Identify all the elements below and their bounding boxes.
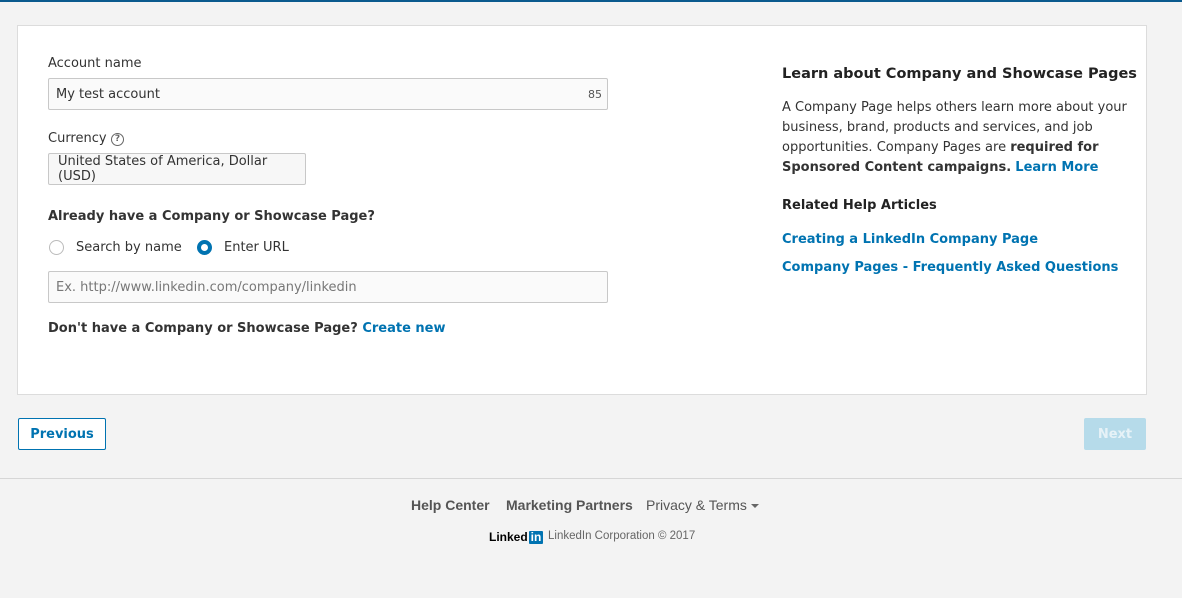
logo-text: Linked bbox=[489, 530, 528, 544]
sidebar-description: A Company Page helps others learn more a… bbox=[782, 98, 1127, 178]
currency-label: Currency bbox=[48, 131, 107, 146]
company-url-placeholder: Ex. http://www.linkedin.com/company/link… bbox=[56, 279, 357, 295]
next-button[interactable]: Next bbox=[1084, 418, 1146, 450]
copyright-text: LinkedIn Corporation © 2017 bbox=[548, 530, 696, 542]
radio-enter-url[interactable] bbox=[197, 240, 212, 255]
caret-down-icon bbox=[750, 504, 759, 509]
footer-marketing-partners-link[interactable]: Marketing Partners bbox=[506, 497, 633, 513]
linkedin-logo: Linked in bbox=[489, 529, 544, 544]
footer-privacy-terms-menu[interactable]: Privacy & Terms bbox=[646, 497, 759, 513]
no-company-question: Don't have a Company or Showcase Page? bbox=[48, 321, 358, 336]
sidebar-title: Learn about Company and Showcase Pages bbox=[782, 66, 1137, 82]
currency-select[interactable]: United States of America, Dollar (USD) bbox=[48, 153, 306, 185]
footer-privacy-terms-label: Privacy & Terms bbox=[646, 497, 747, 513]
create-new-link[interactable]: Create new bbox=[362, 321, 445, 336]
account-name-label: Account name bbox=[48, 56, 142, 71]
company-url-input[interactable]: Ex. http://www.linkedin.com/company/link… bbox=[48, 271, 608, 303]
account-name-input[interactable]: My test account 85 bbox=[48, 78, 608, 110]
account-name-value: My test account bbox=[56, 86, 160, 102]
company-question-heading: Already have a Company or Showcase Page? bbox=[48, 209, 375, 224]
learn-more-link[interactable]: Learn More bbox=[1015, 160, 1098, 175]
related-articles-heading: Related Help Articles bbox=[782, 198, 937, 213]
account-setup-card: Account name My test account 85 Currency… bbox=[17, 25, 1147, 395]
help-question-icon[interactable]: ? bbox=[111, 133, 124, 146]
previous-button[interactable]: Previous bbox=[18, 418, 106, 450]
footer-help-center-link[interactable]: Help Center bbox=[411, 497, 490, 513]
currency-value: United States of America, Dollar (USD) bbox=[58, 154, 268, 184]
top-accent-bar bbox=[0, 0, 1182, 2]
character-counter: 85 bbox=[588, 88, 602, 101]
radio-enter-url-label[interactable]: Enter URL bbox=[224, 240, 289, 255]
logo-in-badge: in bbox=[528, 529, 544, 544]
article-link-company-pages-faq[interactable]: Company Pages - Frequently Asked Questio… bbox=[782, 260, 1118, 275]
footer-divider bbox=[0, 478, 1182, 479]
article-link-creating-company-page[interactable]: Creating a LinkedIn Company Page bbox=[782, 232, 1038, 247]
radio-search-by-name-label[interactable]: Search by name bbox=[76, 240, 182, 255]
radio-search-by-name[interactable] bbox=[49, 240, 64, 255]
no-company-text: Don't have a Company or Showcase Page? C… bbox=[48, 321, 446, 336]
